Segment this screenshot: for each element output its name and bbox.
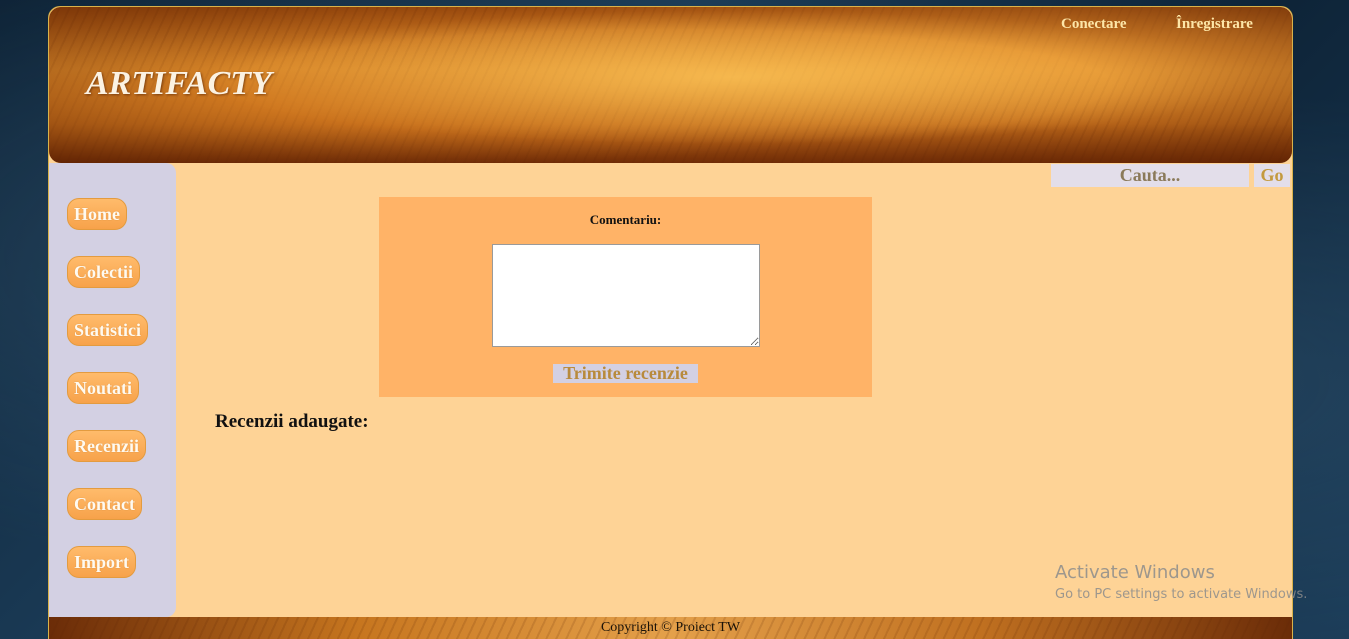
copyright-text: Copyright © Proiect TW <box>600 620 741 635</box>
login-link[interactable]: Conectare <box>1061 16 1127 33</box>
comment-label: Comentariu: <box>589 212 662 227</box>
sidebar-item-contact[interactable]: Contact <box>67 488 142 520</box>
sidebar-item-colectii[interactable]: Colectii <box>67 256 140 288</box>
header-banner: ARTIFACTY Conectare Înregistrare <box>49 7 1292 163</box>
site-title: ARTIFACTY <box>86 65 272 102</box>
search-go-button[interactable]: Go <box>1254 164 1290 187</box>
review-form: Comentariu: Trimite recenzie <box>379 197 872 397</box>
sidebar-item-import[interactable]: Import <box>67 546 136 578</box>
submit-review-button[interactable]: Trimite recenzie <box>553 364 698 383</box>
search-input[interactable] <box>1051 164 1249 187</box>
footer: Copyright © Proiect TW <box>49 617 1292 639</box>
sidebar-item-home[interactable]: Home <box>67 198 127 230</box>
watermark-subtitle: Go to PC settings to activate Windows. <box>1055 587 1308 602</box>
activate-windows-watermark: Activate Windows Go to PC settings to ac… <box>1055 561 1307 605</box>
sidebar-item-noutati[interactable]: Noutati <box>67 372 139 404</box>
page-container: ARTIFACTY Conectare Înregistrare Go Home… <box>48 6 1293 639</box>
watermark-title: Activate Windows <box>1055 562 1215 583</box>
sidebar-item-recenzii[interactable]: Recenzii <box>67 430 146 462</box>
reviews-heading: Recenzii adaugate: <box>215 411 369 432</box>
sidebar-nav: Home Colectii Statistici Noutati Recenzi… <box>49 163 176 617</box>
register-link[interactable]: Înregistrare <box>1176 16 1253 33</box>
comment-textarea[interactable] <box>492 244 760 347</box>
sidebar-item-statistici[interactable]: Statistici <box>67 314 148 346</box>
